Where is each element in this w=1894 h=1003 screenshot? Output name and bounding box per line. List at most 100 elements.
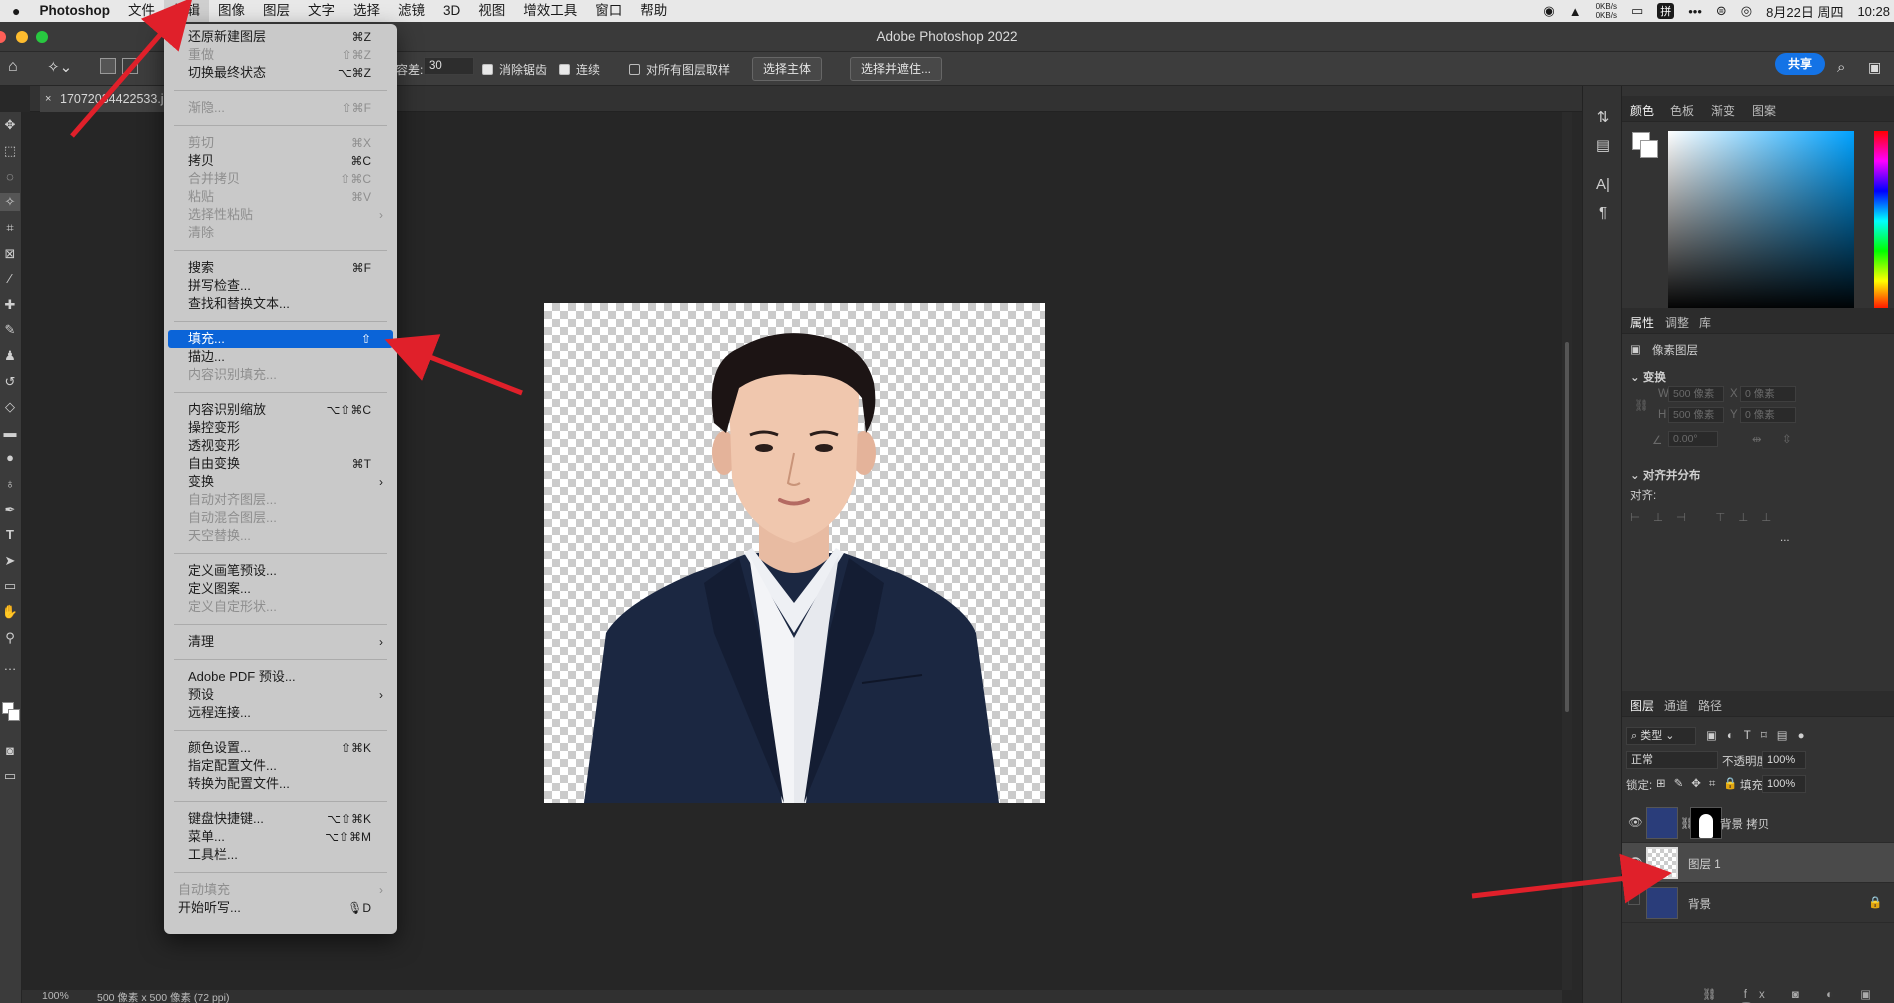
home-icon[interactable]: ⌂ (8, 58, 18, 76)
tab-patterns[interactable]: 图案 (1752, 102, 1776, 119)
hand-tool-icon[interactable]: ✋ (0, 603, 20, 621)
vertical-scrollbar[interactable] (1562, 112, 1572, 990)
menu-filter[interactable]: 滤镜 (389, 0, 434, 22)
menu-layer[interactable]: 图层 (254, 0, 299, 22)
menu-item[interactable]: 自动对齐图层... (164, 491, 397, 509)
tab-color[interactable]: 颜色 (1625, 102, 1659, 126)
menu-item[interactable]: 搜索 ⌘F (164, 259, 397, 277)
layer-row[interactable]: 背景 🔒 (1622, 883, 1894, 923)
menu-item[interactable]: 透视变形 (164, 437, 397, 455)
character-panel-icon[interactable]: A| (1593, 176, 1613, 196)
menu-item[interactable]: 描边... (164, 348, 397, 366)
menu-file[interactable]: 文件 (119, 0, 164, 22)
tab-channels[interactable]: 通道 (1664, 697, 1688, 714)
blend-mode-select[interactable]: 正常 (1626, 751, 1718, 769)
zoom-tool-icon[interactable]: ⚲ (0, 629, 20, 647)
menu-item[interactable]: 预设 › (164, 686, 397, 704)
tolerance-input[interactable]: 30 (424, 57, 474, 75)
eye-icon[interactable]: 👁 (1628, 855, 1643, 869)
menu-item[interactable]: 清除 (164, 224, 397, 242)
menu-item[interactable]: 还原新建图层 ⌘Z (164, 28, 397, 46)
tab-adjustments[interactable]: 调整 (1665, 314, 1689, 331)
layer-name[interactable]: 图层 1 (1688, 856, 1721, 872)
menu-item[interactable]: 自动混合图层... (164, 509, 397, 527)
menu-item[interactable]: 定义图案... (164, 580, 397, 598)
move-tool-icon[interactable]: ✥ (0, 116, 20, 134)
align-buttons[interactable]: ⊢⊥⊣ ⊤⊥⊥ (1630, 510, 1784, 524)
opacity-field[interactable]: 100% (1762, 751, 1806, 769)
menubar-time[interactable]: 10:28 (1857, 4, 1890, 19)
document-canvas[interactable] (544, 303, 1045, 803)
menu-select[interactable]: 选择 (344, 0, 389, 22)
crop-tool-icon[interactable]: ⌗ (0, 219, 20, 237)
magic-wand-tool-icon[interactable]: ✧ (0, 193, 20, 211)
frame-tool-icon[interactable]: ⊠ (0, 245, 20, 263)
menu-item[interactable]: 指定配置文件... (164, 757, 397, 775)
pen-tool-icon[interactable]: ✒ (0, 501, 20, 519)
menu-item[interactable]: 操控变形 (164, 419, 397, 437)
menu-item[interactable]: 颜色设置... ⇧⌘K (164, 739, 397, 757)
eye-icon[interactable]: 👁 (1628, 815, 1643, 829)
menu-item[interactable]: Adobe PDF 预设... (164, 668, 397, 686)
menu-item[interactable]: 变换 › (164, 473, 397, 491)
menu-item[interactable]: 拼写检查... (164, 277, 397, 295)
menu-item[interactable]: 粘贴 ⌘V (164, 188, 397, 206)
ime-indicator[interactable]: 拼 (1657, 3, 1675, 19)
history-brush-icon[interactable]: ↺ (0, 373, 20, 391)
workspace-icon[interactable]: ▣ (1868, 59, 1881, 76)
menu-item[interactable]: 菜单... ⌥⇧⌘M (164, 828, 397, 846)
menu-item[interactable]: 选择性粘贴 › (164, 206, 397, 224)
menu-item[interactable]: 定义自定形状... (164, 598, 397, 616)
tab-layers[interactable]: 图层 (1625, 697, 1659, 721)
more-icon[interactable]: ••• (1688, 4, 1702, 19)
layer-name[interactable]: 背景 拷贝 (1720, 816, 1769, 832)
layer-row[interactable]: 👁 ⛓ 背景 拷贝 (1622, 803, 1894, 843)
tab-properties[interactable]: 属性 (1625, 314, 1659, 338)
stamp-tool-icon[interactable]: ♟ (0, 347, 20, 365)
angle-field[interactable]: 0.00° (1668, 431, 1718, 447)
menubar-date[interactable]: 8月22日 周四 (1766, 2, 1843, 21)
gradient-tool-icon[interactable]: ▬ (0, 424, 20, 442)
menu-item[interactable]: 定义画笔预设... (164, 562, 397, 580)
lasso-tool-icon[interactable]: ◌ (0, 168, 20, 186)
comments-panel-icon[interactable]: ▤ (1593, 136, 1613, 156)
y-field[interactable]: 0 像素 (1740, 407, 1796, 423)
hue-slider[interactable] (1874, 131, 1888, 311)
layer-mask-thumbnail[interactable] (1690, 807, 1722, 839)
contiguous-checkbox[interactable]: 连续 (559, 61, 600, 78)
tab-paths[interactable]: 路径 (1698, 697, 1722, 714)
paragraph-panel-icon[interactable]: ¶ (1593, 204, 1613, 224)
menu-item[interactable]: 自动填充 › (164, 881, 397, 899)
menu-item[interactable]: 渐隐... ⇧⌘F (164, 99, 397, 117)
quick-mask-icon[interactable]: ◙ (0, 742, 20, 760)
menu-window[interactable]: 窗口 (586, 0, 631, 22)
flip-vertical-icon[interactable]: ⇳ (1782, 432, 1792, 446)
menu-item-fill-selected[interactable]: 填充... ⇧ (168, 330, 393, 348)
eraser-tool-icon[interactable]: ◇ (0, 398, 20, 416)
menu-plugins[interactable]: 增效工具 (514, 0, 586, 22)
tab-libraries[interactable]: 库 (1699, 314, 1711, 331)
apple-icon[interactable]: ● (0, 0, 30, 22)
menu-item[interactable]: 拷贝 ⌘C (164, 152, 397, 170)
menu-item[interactable]: 转换为配置文件... (164, 775, 397, 793)
close-tab-icon[interactable]: × (45, 86, 51, 112)
menu-item[interactable]: 内容识别填充... (164, 366, 397, 384)
cat-icon[interactable]: ▲ (1569, 4, 1582, 19)
menu-item[interactable]: 天空替换... (164, 527, 397, 545)
background-color-swatch[interactable] (8, 709, 20, 721)
menu-item[interactable]: 合并拷贝 ⇧⌘C (164, 170, 397, 188)
tab-swatches[interactable]: 色板 (1670, 102, 1694, 119)
layer-filter-icons[interactable]: ▣◐T⌑▤● (1706, 728, 1815, 742)
menu-image[interactable]: 图像 (209, 0, 254, 22)
menu-item[interactable]: 内容识别缩放 ⌥⇧⌘C (164, 401, 397, 419)
healing-tool-icon[interactable]: ✚ (0, 296, 20, 314)
menu-item[interactable]: 远程连接... (164, 704, 397, 722)
select-and-mask-button[interactable]: 选择并遮住... (850, 57, 943, 81)
magic-wand-tool-icon[interactable]: ✧⌄ (47, 58, 72, 76)
menu-item[interactable]: 工具栏... (164, 846, 397, 864)
menu-type[interactable]: 文字 (299, 0, 344, 22)
screen-mode-icon[interactable]: ▭ (0, 767, 20, 785)
menu-item[interactable]: 键盘快捷键... ⌥⇧⌘K (164, 810, 397, 828)
layer-filter-select[interactable]: ⌕ 类型 ⌄ (1626, 727, 1696, 745)
brush-tool-icon[interactable]: ✎ (0, 321, 20, 339)
